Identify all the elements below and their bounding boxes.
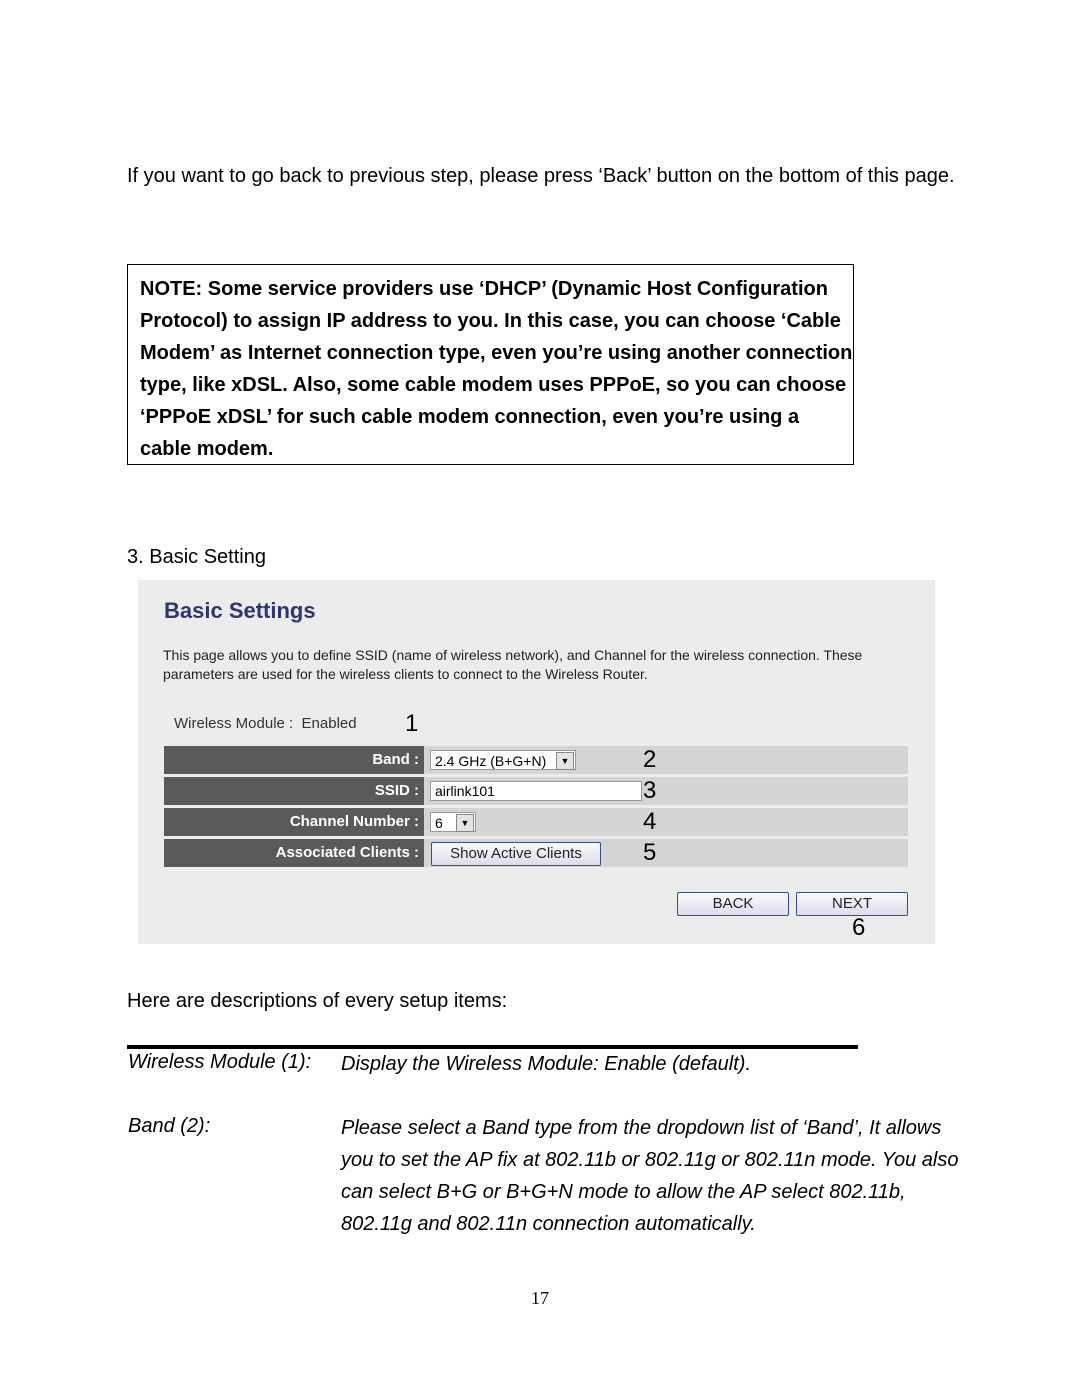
- screenshot-description: This page allows you to define SSID (nam…: [163, 647, 863, 682]
- item-label-wireless-module: Wireless Module (1):: [128, 1051, 312, 1073]
- intro-paragraph: If you want to go back to previous step,…: [127, 165, 955, 187]
- back-button[interactable]: BACK: [677, 892, 789, 916]
- document-page: If you want to go back to previous step,…: [0, 0, 1080, 1397]
- wireless-module-value: Enabled: [301, 715, 357, 732]
- ssid-input[interactable]: [430, 781, 642, 801]
- note-box: NOTE: Some service providers use ‘DHCP’ …: [127, 264, 854, 465]
- chevron-down-icon: ▼: [456, 814, 474, 832]
- ssid-label: SSID :: [164, 777, 424, 805]
- screenshot-title: Basic Settings: [164, 598, 316, 623]
- next-button[interactable]: NEXT: [796, 892, 908, 916]
- show-active-clients-button[interactable]: Show Active Clients: [431, 842, 601, 866]
- item-text-band: Please select a Band type from the dropd…: [341, 1117, 959, 1235]
- page-number: 17: [531, 1288, 549, 1308]
- callout-2: 2: [643, 746, 657, 773]
- channel-label: Channel Number :: [164, 808, 424, 836]
- item-label-band: Band (2):: [128, 1115, 211, 1137]
- callout-1: 1: [405, 710, 419, 737]
- section-heading: 3. Basic Setting: [127, 546, 266, 568]
- wireless-module-status: Wireless Module : Enabled: [174, 715, 357, 732]
- callout-4: 4: [643, 808, 657, 835]
- band-select[interactable]: 2.4 GHz (B+G+N) ▼: [430, 750, 576, 770]
- channel-row: Channel Number : 6 ▼ 4: [164, 808, 908, 836]
- channel-value: 6: [435, 815, 443, 831]
- callout-6: 6: [852, 914, 866, 941]
- descriptions-heading: Here are descriptions of every setup ite…: [127, 990, 508, 1012]
- channel-select[interactable]: 6 ▼: [430, 812, 476, 832]
- callout-3: 3: [643, 777, 657, 804]
- band-label: Band :: [164, 746, 424, 774]
- band-value: 2.4 GHz (B+G+N): [435, 753, 547, 769]
- band-row: Band : 2.4 GHz (B+G+N) ▼ 2: [164, 746, 908, 774]
- callout-5: 5: [643, 839, 657, 866]
- chevron-down-icon: ▼: [556, 752, 574, 770]
- basic-settings-screenshot: Basic Settings This page allows you to d…: [138, 580, 935, 944]
- wireless-module-label: Wireless Module :: [174, 715, 294, 732]
- clients-label: Associated Clients :: [164, 839, 424, 867]
- ssid-row: SSID : 3: [164, 777, 908, 805]
- item-text-wireless-module: Display the Wireless Module: Enable (def…: [341, 1053, 752, 1075]
- clients-row: Associated Clients : Show Active Clients…: [164, 839, 908, 867]
